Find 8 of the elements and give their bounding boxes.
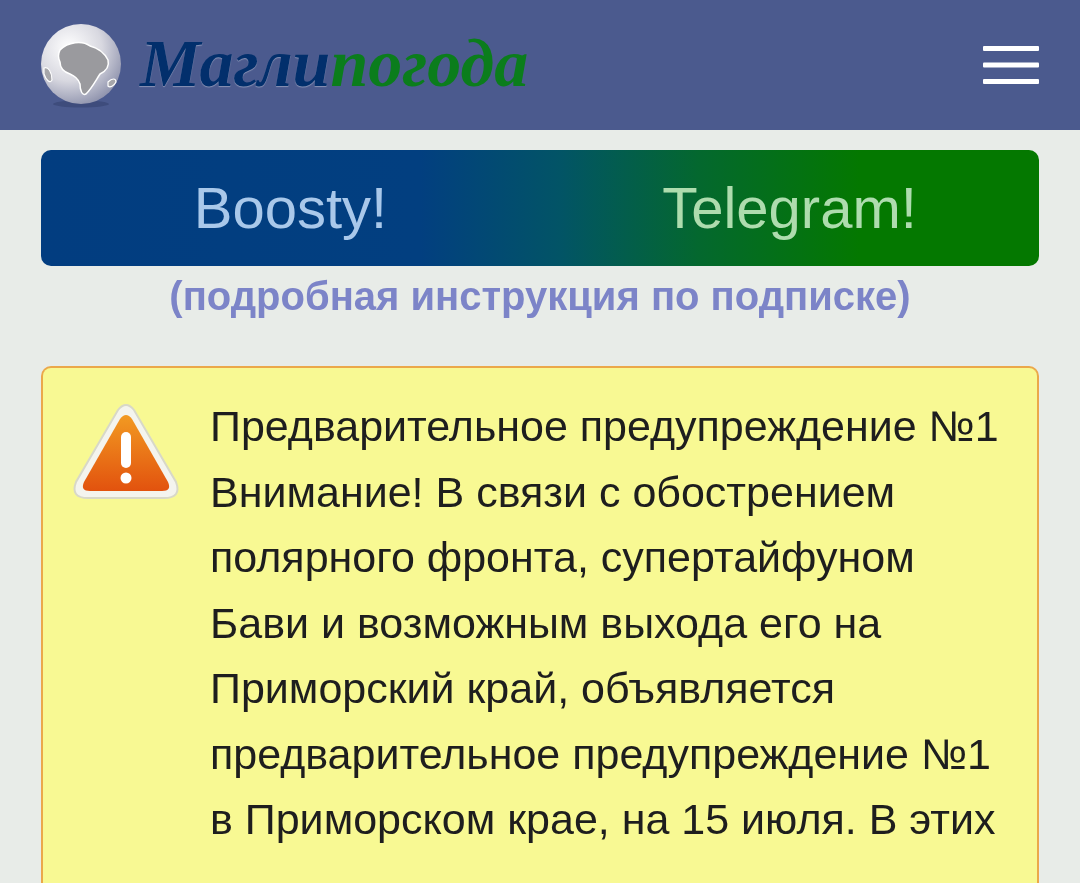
warning-text: Внимание! В связи с обострением полярного фронта, супертайфуном Бави и возможным выхода его на Приморский край, объявляется предварительное предупреждение №1 в Приморском крае, на 15 июля. В этих	[210, 466, 997, 845]
instructions-link[interactable]: (подробная инструкция по подписке)	[169, 272, 911, 320]
subscribe-link[interactable]: Telegram!	[540, 176, 1039, 240]
globe-icon[interactable]	[38, 22, 124, 108]
warning-icon	[72, 402, 180, 502]
warning-title: Предварительное предупреждение №1	[210, 401, 1000, 452]
subscribe-link[interactable]: Boosty!	[41, 176, 540, 240]
menu-icon[interactable]	[983, 46, 1039, 84]
